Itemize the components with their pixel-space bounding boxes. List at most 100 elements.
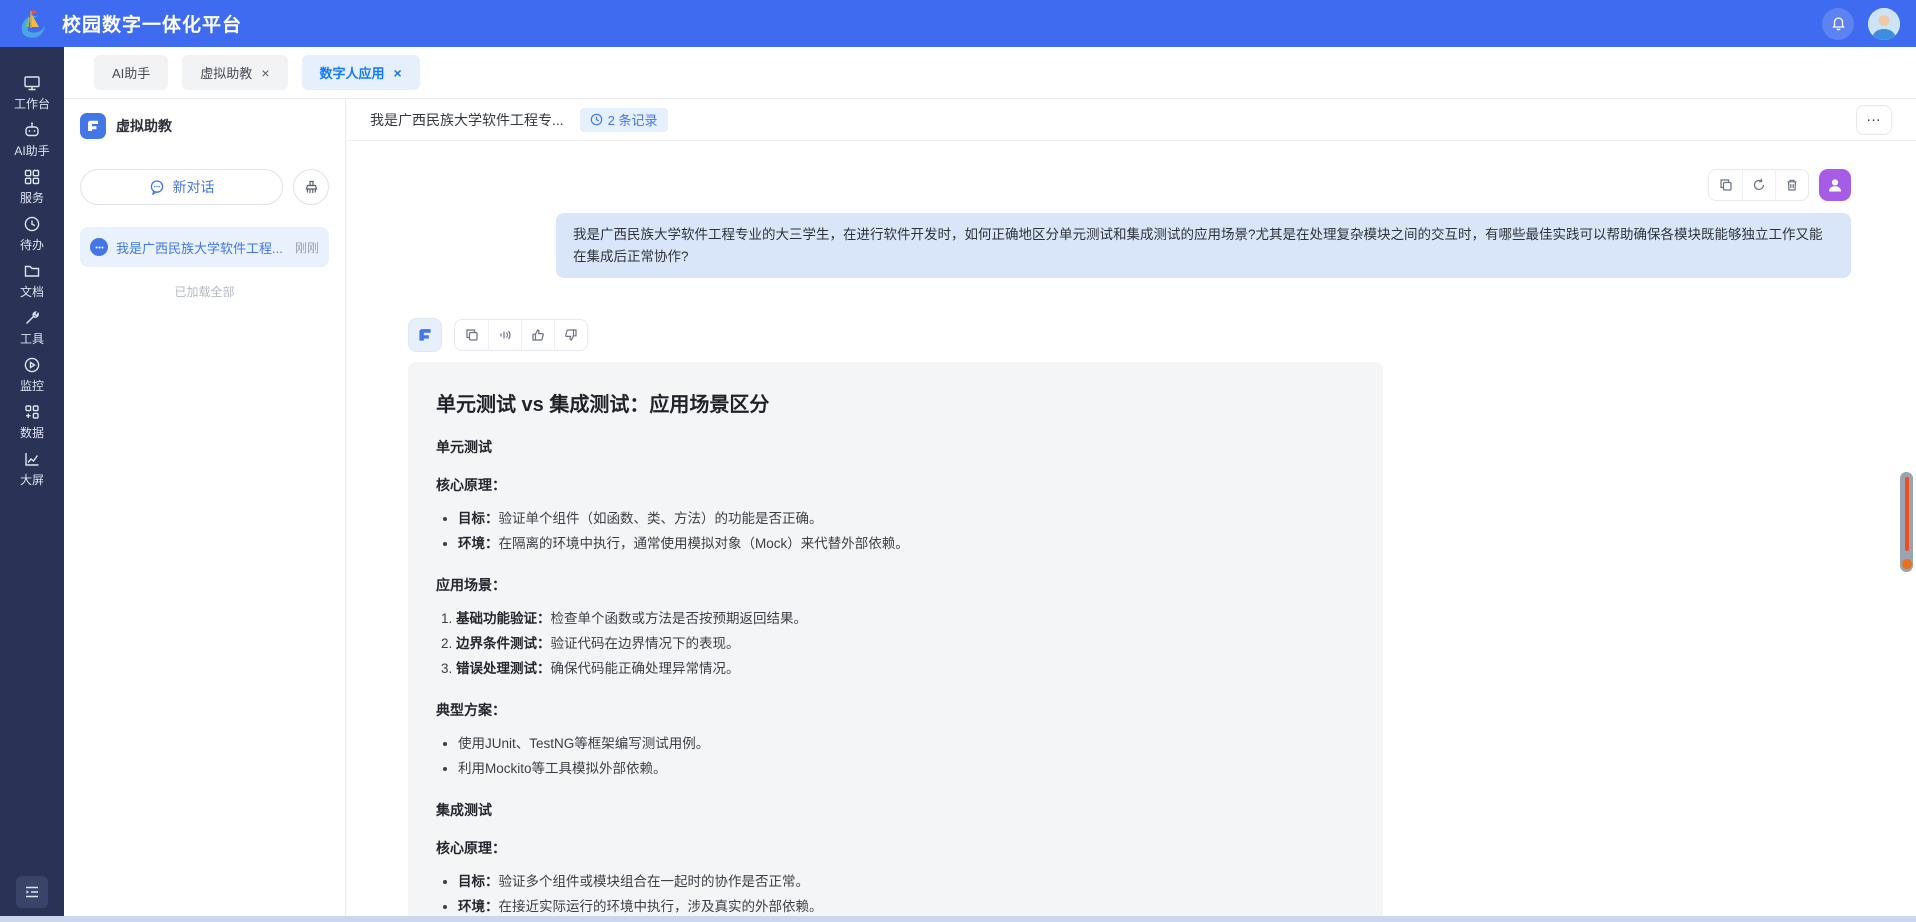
wrench-icon (23, 309, 41, 327)
bullet-list: 目标：验证单个组件（如函数、类、方法）的功能是否正确。 环境：在隔离的环境中执行… (458, 507, 1355, 557)
user-message-bubble: 我是广西民族大学软件工程专业的大三学生，在进行软件开发时，如何正确地区分单元测试… (556, 213, 1851, 278)
tab-label: 虚拟助教 (200, 63, 252, 82)
thumbs-up-icon (531, 328, 545, 342)
robot-icon (23, 121, 41, 139)
conversation-title: 我是广西民族大学软件工程... (116, 238, 287, 257)
copy-icon (465, 328, 479, 342)
person-icon (1826, 176, 1844, 194)
messages-scroll-region[interactable]: 我是广西民族大学软件工程专业的大三学生，在进行软件开发时，如何正确地区分单元测试… (346, 141, 1916, 922)
assistant-logo-icon (80, 113, 106, 139)
read-aloud-button[interactable] (488, 320, 521, 350)
broom-icon (303, 179, 320, 196)
delete-button[interactable] (1775, 170, 1808, 200)
list-item: 基础功能验证：检查单个函数或方法是否按预期返回结果。 (456, 607, 1355, 632)
clock-icon (23, 215, 41, 233)
thumbs-down-button[interactable] (554, 320, 587, 350)
thumbs-down-icon (564, 328, 578, 342)
sub-heading: 应用场景： (436, 575, 1355, 595)
sidebar-item-todo[interactable]: 待办 (0, 210, 64, 257)
close-icon[interactable]: × (394, 66, 402, 80)
play-circle-icon (23, 356, 41, 374)
sub-heading: 典型方案： (436, 700, 1355, 720)
notifications-button[interactable] (1822, 8, 1854, 40)
copy-button[interactable] (455, 320, 488, 350)
chat-area: 我是广西民族大学软件工程专... 2 条记录 … (346, 99, 1916, 922)
bottom-edge-strip (0, 916, 1916, 922)
section-heading: 集成测试 (436, 800, 1355, 820)
sidebar-item-label: 数据 (20, 424, 44, 441)
chat-title: 我是广西民族大学软件工程专... (370, 110, 564, 130)
main-sidebar: 工作台 AI助手 服务 待办 文档 工具 监控 数据 (0, 47, 64, 922)
conversation-time: 刚刚 (295, 239, 319, 256)
sidebar-item-label: AI助手 (14, 142, 49, 159)
thumbs-up-button[interactable] (521, 320, 554, 350)
speaker-icon (498, 328, 512, 342)
regenerate-button[interactable] (1742, 170, 1775, 200)
data-blocks-icon (23, 403, 41, 421)
page-scrollbar[interactable] (1900, 472, 1913, 572)
sidebar-item-label: 大屏 (20, 471, 44, 488)
bell-icon (1830, 15, 1847, 32)
assistant-message-bubble: 单元测试 vs 集成测试：应用场景区分 单元测试 核心原理： 目标：验证单个组件… (408, 362, 1383, 922)
clock-icon (590, 113, 603, 126)
app-title: 校园数字一体化平台 (62, 10, 242, 37)
list-item: 目标：验证多个组件或模块组合在一起时的协作是否正常。 (458, 870, 1355, 895)
loaded-all-text: 已加载全部 (80, 283, 329, 300)
section-heading: 单元测试 (436, 437, 1355, 457)
sidebar-item-services[interactable]: 服务 (0, 163, 64, 210)
sidebar-item-label: 监控 (20, 377, 44, 394)
list-item: 环境：在隔离的环境中执行，通常使用模拟对象（Mock）来代替外部依赖。 (458, 532, 1355, 557)
tab-label: 数字人应用 (320, 63, 385, 82)
sidebar-item-tools[interactable]: 工具 (0, 304, 64, 351)
tab-digital-human[interactable]: 数字人应用 × (302, 55, 420, 90)
sub-heading: 核心原理： (436, 475, 1355, 495)
app-logo-icon (16, 7, 50, 41)
record-count-badge: 2 条记录 (580, 108, 668, 132)
scrollbar-thumb[interactable] (1905, 477, 1909, 551)
bullet-list: 目标：验证多个组件或模块组合在一起时的协作是否正常。 环境：在接近实际运行的环境… (458, 870, 1355, 920)
trash-icon (1785, 178, 1799, 192)
tab-virtual-ta[interactable]: 虚拟助教 × (182, 55, 287, 90)
clear-history-button[interactable] (293, 169, 329, 205)
sub-heading: 核心原理： (436, 838, 1355, 858)
tab-ai-assistant[interactable]: AI助手 (94, 55, 168, 90)
sidebar-item-data[interactable]: 数据 (0, 398, 64, 445)
sidebar-item-label: 工具 (20, 330, 44, 347)
new-chat-label: 新对话 (173, 177, 215, 197)
sidebar-item-documents[interactable]: 文档 (0, 257, 64, 304)
list-item: 使用JUnit、TestNG等框架编写测试用例。 (458, 732, 1355, 757)
sidebar-item-ai-assistant[interactable]: AI助手 (0, 116, 64, 163)
sidebar-item-workbench[interactable]: 工作台 (0, 69, 64, 116)
tab-bar: AI助手 虚拟助教 × 数字人应用 × (64, 47, 1916, 99)
chart-icon (23, 450, 41, 468)
answer-title: 单元测试 vs 集成测试：应用场景区分 (436, 388, 1355, 417)
top-header: 校园数字一体化平台 (0, 0, 1916, 47)
sidebar-collapse-button[interactable] (16, 876, 48, 908)
sidebar-item-label: 工作台 (14, 95, 50, 112)
user-avatar[interactable] (1868, 8, 1900, 40)
more-options-button[interactable]: … (1856, 105, 1892, 135)
close-icon[interactable]: × (261, 66, 269, 80)
sidebar-item-monitor[interactable]: 监控 (0, 351, 64, 398)
assistant-message-actions (454, 319, 588, 351)
sidebar-item-label: 待办 (20, 236, 44, 253)
grid-icon (23, 168, 41, 186)
list-item: 目标：验证单个组件（如函数、类、方法）的功能是否正确。 (458, 507, 1355, 532)
chat-header: 我是广西民族大学软件工程专... 2 条记录 … (346, 99, 1916, 141)
conversation-list-item[interactable]: 我是广西民族大学软件工程... 刚刚 (80, 227, 329, 267)
assistant-logo-icon (416, 326, 434, 344)
numbered-list: 基础功能验证：检查单个函数或方法是否按预期返回结果。 边界条件测试：验证代码在边… (456, 607, 1355, 682)
monitor-icon (23, 74, 41, 92)
new-chat-button[interactable]: 新对话 (80, 169, 283, 205)
chat-bubble-icon (149, 179, 165, 195)
badge-label: 2 条记录 (608, 110, 658, 129)
copy-button[interactable] (1709, 170, 1742, 200)
copy-icon (1719, 178, 1733, 192)
bullet-list: 使用JUnit、TestNG等框架编写测试用例。 利用Mockito等工具模拟外… (458, 732, 1355, 782)
sidebar-item-big-screen[interactable]: 大屏 (0, 445, 64, 492)
scrollbar-handle[interactable] (1902, 559, 1912, 569)
sidebar-item-label: 文档 (20, 283, 44, 300)
collapse-menu-icon (24, 884, 40, 900)
sidebar-item-label: 服务 (20, 189, 44, 206)
assistant-message-avatar (408, 318, 442, 352)
